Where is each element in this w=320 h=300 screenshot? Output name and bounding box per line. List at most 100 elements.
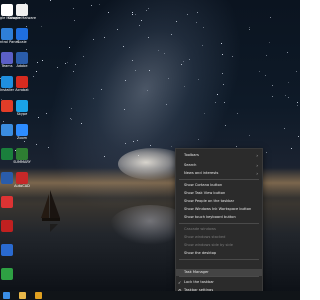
star bbox=[147, 36, 149, 38]
star bbox=[183, 61, 185, 63]
star bbox=[64, 62, 66, 64]
desktop-icon[interactable]: AutoCAD bbox=[5, 172, 39, 194]
app-icon bbox=[16, 52, 28, 64]
star bbox=[135, 70, 137, 72]
app-icon bbox=[16, 28, 28, 40]
chrome-icon[interactable] bbox=[35, 292, 42, 299]
star bbox=[71, 118, 72, 120]
menu-item-news-and-interests[interactable]: News and interests › bbox=[176, 170, 262, 177]
star bbox=[73, 70, 75, 72]
menu-item-show-windows-ink-workspace-button[interactable]: Show Windows Ink Workspace button bbox=[176, 206, 262, 213]
star bbox=[73, 8, 75, 10]
menu-item-toolbars[interactable]: Toolbars › bbox=[176, 152, 262, 159]
menu-item-label: Show the desktop bbox=[184, 251, 217, 255]
star bbox=[116, 29, 118, 31]
desktop-icon[interactable]: Acrobat bbox=[5, 76, 39, 98]
star bbox=[217, 94, 219, 96]
star bbox=[284, 95, 286, 97]
menu-item-show-task-view-button[interactable]: Show Task View button bbox=[176, 190, 262, 197]
file-explorer-icon[interactable] bbox=[19, 292, 26, 299]
menu-item-show-cortana-button[interactable]: Show Cortana button bbox=[176, 182, 262, 189]
star bbox=[132, 12, 134, 14]
app-icon bbox=[16, 100, 28, 112]
menu-item-search[interactable]: Search › bbox=[176, 162, 262, 169]
menu-item-label: Toolbars bbox=[184, 153, 199, 157]
star bbox=[140, 20, 142, 22]
desktop-icon[interactable]: SUMMARY bbox=[5, 148, 39, 170]
star bbox=[195, 21, 197, 23]
star bbox=[135, 14, 137, 16]
check-icon: ✓ bbox=[178, 280, 182, 285]
star bbox=[198, 78, 200, 80]
desktop-icon[interactable] bbox=[0, 244, 24, 266]
star bbox=[75, 64, 77, 66]
star bbox=[103, 37, 105, 39]
menu-item-label: Task Manager bbox=[184, 270, 209, 274]
star bbox=[69, 47, 71, 49]
star bbox=[147, 89, 149, 91]
app-icon bbox=[16, 148, 28, 160]
taskbar[interactable] bbox=[0, 291, 300, 300]
desktop-icon-label: AutoCAD bbox=[14, 184, 30, 188]
star bbox=[170, 34, 172, 36]
star bbox=[270, 16, 272, 18]
desktop-icon[interactable]: Google Malware bbox=[5, 4, 39, 26]
star bbox=[100, 89, 102, 91]
star bbox=[132, 14, 134, 16]
star bbox=[66, 62, 68, 64]
star bbox=[296, 101, 298, 103]
star bbox=[203, 26, 205, 28]
star bbox=[295, 71, 297, 73]
star bbox=[297, 105, 299, 107]
star bbox=[184, 86, 186, 88]
menu-item-label: Show touch keyboard button bbox=[184, 215, 236, 219]
star bbox=[148, 8, 150, 10]
menu-item-show-windows-side-by-side: Show windows side by side bbox=[176, 242, 262, 249]
app-icon bbox=[16, 124, 28, 136]
desktop[interactable]: Google MalwareControl PanelTeamsInstalle… bbox=[0, 0, 300, 300]
star bbox=[259, 70, 261, 72]
desktop-icon[interactable] bbox=[0, 268, 24, 290]
star bbox=[231, 56, 233, 58]
star bbox=[237, 113, 239, 115]
star bbox=[266, 151, 268, 153]
star bbox=[288, 97, 290, 99]
menu-item-label: Show People on the taskbar bbox=[184, 199, 235, 203]
star bbox=[204, 113, 206, 115]
desktop-icon[interactable]: Scale bbox=[5, 28, 39, 50]
menu-item-show-people-on-the-taskbar[interactable]: Show People on the taskbar bbox=[176, 198, 262, 205]
star bbox=[189, 59, 191, 61]
menu-item-lock-the-taskbar[interactable]: ✓ Lock the taskbar bbox=[176, 279, 262, 286]
menu-separator bbox=[179, 276, 259, 277]
star bbox=[171, 146, 173, 148]
star bbox=[56, 67, 58, 69]
desktop-icon[interactable]: Skype bbox=[5, 100, 39, 122]
menu-item-cascade-windows: Cascade windows bbox=[176, 226, 262, 233]
chevron-right-icon: › bbox=[256, 171, 258, 176]
star bbox=[286, 51, 288, 53]
desktop-icon[interactable] bbox=[0, 196, 24, 218]
menu-item-show-touch-keyboard-button[interactable]: Show touch keyboard button bbox=[176, 214, 262, 221]
menu-item-label: Lock the taskbar bbox=[184, 280, 214, 284]
menu-item-show-the-desktop[interactable]: Show the desktop bbox=[176, 250, 262, 257]
star bbox=[91, 4, 93, 6]
star bbox=[148, 70, 150, 72]
menu-item-label: Cascade windows bbox=[184, 227, 216, 231]
star bbox=[222, 84, 224, 86]
star bbox=[25, 26, 27, 28]
menu-separator bbox=[179, 179, 259, 180]
desktop-icon[interactable] bbox=[0, 220, 24, 242]
star bbox=[69, 118, 71, 120]
star bbox=[175, 21, 177, 23]
menu-item-task-manager[interactable]: Task Manager bbox=[176, 269, 262, 276]
star bbox=[224, 102, 226, 104]
star bbox=[123, 108, 125, 110]
windows-start-icon[interactable] bbox=[3, 292, 10, 299]
star bbox=[287, 82, 289, 84]
star bbox=[201, 44, 203, 46]
star bbox=[47, 147, 49, 149]
desktop-icon[interactable]: Zoom bbox=[5, 124, 39, 146]
desktop-icon[interactable]: Adobe bbox=[5, 52, 39, 74]
app-icon bbox=[16, 76, 28, 88]
star bbox=[40, 26, 42, 28]
